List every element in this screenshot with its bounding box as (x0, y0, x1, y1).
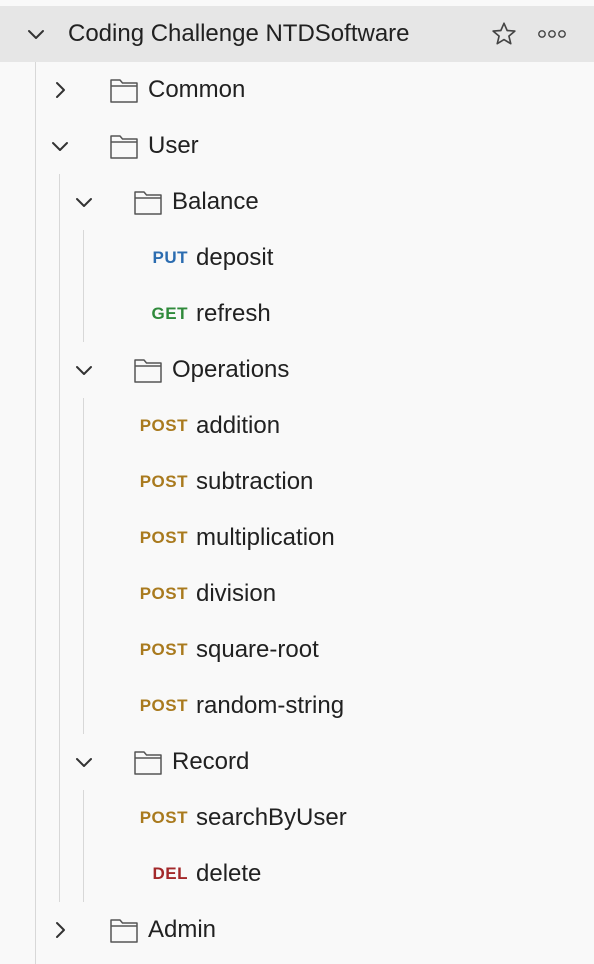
collection-name: Coding Challenge NTDSoftware (68, 20, 410, 47)
folder-label: User (148, 132, 199, 159)
folder-label: Common (148, 76, 246, 103)
chevron-right-icon[interactable] (50, 80, 70, 100)
request-label: searchByUser (196, 804, 347, 831)
request-square-root[interactable]: POST square-root (0, 622, 594, 678)
folder-label: Admin (148, 916, 217, 943)
chevron-right-icon[interactable] (50, 920, 70, 940)
method-badge: POST (139, 696, 188, 715)
method-badge: POST (139, 640, 188, 659)
request-refresh[interactable]: GET refresh (0, 286, 594, 342)
chevron-down-icon[interactable] (74, 360, 94, 380)
chevron-down-icon[interactable] (26, 24, 46, 44)
folder-operations[interactable]: Operations (0, 342, 594, 398)
request-delete[interactable]: DEL delete (0, 846, 594, 902)
request-multiplication[interactable]: POST multiplication (0, 510, 594, 566)
chevron-down-icon[interactable] (50, 136, 70, 156)
request-division[interactable]: POST division (0, 566, 594, 622)
folder-admin[interactable]: Admin (0, 902, 594, 958)
request-label: deposit (196, 244, 274, 271)
method-badge: POST (139, 472, 188, 491)
request-label: delete (196, 860, 262, 887)
more-options-icon[interactable] (536, 18, 568, 50)
folder-label: Operations (172, 356, 290, 383)
method-badge: POST (139, 528, 188, 547)
folder-label: Record (172, 748, 250, 775)
collection-tree: Coding Challenge NTDSoftware Common User (0, 0, 594, 964)
request-label: random-string (196, 692, 345, 719)
folder-icon (110, 77, 138, 103)
star-icon[interactable] (488, 18, 520, 50)
folder-icon (110, 133, 138, 159)
folder-record[interactable]: Record (0, 734, 594, 790)
request-deposit[interactable]: PUT deposit (0, 230, 594, 286)
folder-balance[interactable]: Balance (0, 174, 594, 230)
folder-label: Balance (172, 188, 259, 215)
request-label: addition (196, 412, 281, 439)
method-badge: POST (139, 808, 188, 827)
method-badge: DEL (152, 864, 188, 883)
collection-header[interactable]: Coding Challenge NTDSoftware (0, 6, 594, 62)
method-badge: PUT (152, 248, 188, 267)
request-label: multiplication (196, 524, 335, 551)
request-subtraction[interactable]: POST subtraction (0, 454, 594, 510)
folder-icon (134, 749, 162, 775)
folder-icon (110, 917, 138, 943)
request-label: refresh (196, 300, 271, 327)
folder-icon (134, 189, 162, 215)
folder-icon (134, 357, 162, 383)
request-random-string[interactable]: POST random-string (0, 678, 594, 734)
method-badge: GET (151, 304, 188, 323)
request-label: division (196, 580, 277, 607)
folder-common[interactable]: Common (0, 62, 594, 118)
request-label: square-root (196, 636, 319, 663)
folder-user[interactable]: User (0, 118, 594, 174)
request-search-by-user[interactable]: POST searchByUser (0, 790, 594, 846)
chevron-down-icon[interactable] (74, 192, 94, 212)
method-badge: POST (139, 584, 188, 603)
request-label: subtraction (196, 468, 314, 495)
method-badge: POST (139, 416, 188, 435)
chevron-down-icon[interactable] (74, 752, 94, 772)
request-addition[interactable]: POST addition (0, 398, 594, 454)
